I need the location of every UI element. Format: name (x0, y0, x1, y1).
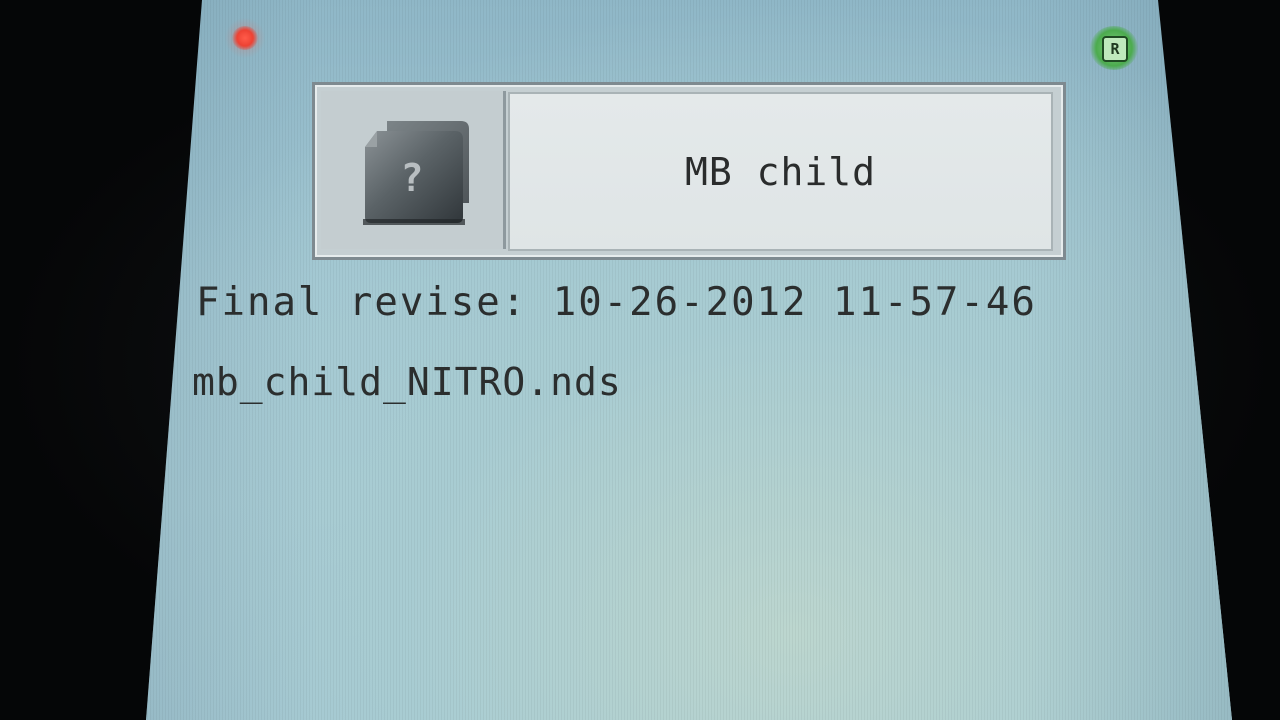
r-button-label: R (1102, 36, 1128, 62)
unknown-card-question-icon: ? (363, 121, 469, 225)
r-button-icon[interactable]: R (1090, 26, 1138, 70)
software-title: MB child (684, 149, 877, 194)
title-name-cell: MB child (508, 92, 1053, 251)
title-icon-cell: ? (321, 91, 506, 249)
filename-text: mb_child_NITRO.nds (192, 360, 622, 404)
title-panel[interactable]: ? MB child (312, 82, 1066, 260)
status-light-icon (224, 18, 266, 58)
card-question-glyph: ? (401, 156, 424, 200)
final-revise-text: Final revise: 10-26-2012 11-57-46 (196, 280, 1037, 325)
